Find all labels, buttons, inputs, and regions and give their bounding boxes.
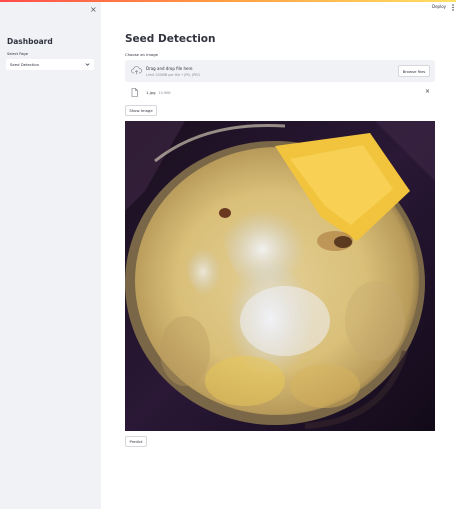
show-image-button[interactable]: Show Image bbox=[125, 105, 157, 116]
deploy-button[interactable]: Deploy bbox=[432, 4, 446, 9]
dropzone-instructions: Drag and drop file here bbox=[146, 66, 193, 71]
cloud-upload-icon bbox=[131, 66, 142, 75]
uploader-label: Choose an image bbox=[125, 52, 158, 57]
sidebar: × Dashboard Select Page Seed Detection bbox=[0, 2, 101, 509]
file-dropzone[interactable]: Drag and drop file here Limit 200MB per … bbox=[125, 60, 435, 82]
uploaded-file-name: 1.jpg 14.9KB bbox=[146, 90, 171, 95]
seed-image bbox=[125, 121, 435, 431]
chevron-down-icon bbox=[85, 63, 90, 66]
uploaded-file-row: 1.jpg 14.9KB × bbox=[125, 87, 435, 99]
page-title: Seed Detection bbox=[125, 33, 216, 45]
select-page-label: Select Page bbox=[7, 52, 28, 56]
sidebar-title: Dashboard bbox=[7, 37, 53, 46]
browse-files-button[interactable]: Browse files bbox=[398, 65, 430, 77]
file-icon bbox=[131, 88, 138, 97]
close-icon[interactable]: × bbox=[90, 6, 97, 14]
file-size: 14.9KB bbox=[158, 91, 171, 95]
page-select-value: Seed Detection bbox=[10, 62, 40, 67]
dropzone-limit-text: Limit 200MB per file • JPG, JPEG bbox=[146, 73, 200, 77]
file-name-text: 1.jpg bbox=[146, 90, 156, 95]
remove-file-icon[interactable]: × bbox=[425, 89, 430, 95]
page-select[interactable]: Seed Detection bbox=[6, 59, 94, 70]
predict-button[interactable]: Predict bbox=[125, 436, 147, 447]
more-vertical-icon[interactable] bbox=[452, 4, 454, 11]
